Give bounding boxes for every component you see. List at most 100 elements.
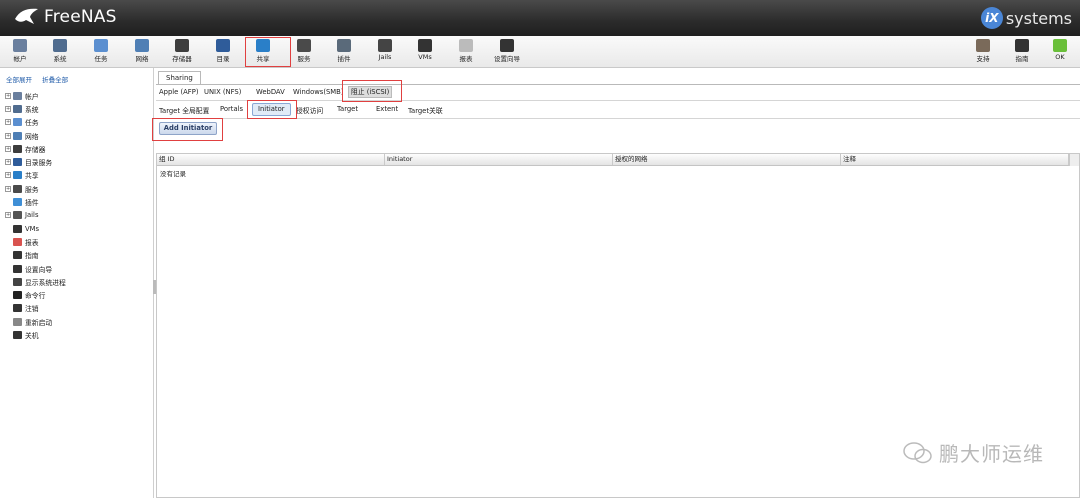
expand-toggle-icon[interactable]: + — [5, 212, 11, 219]
storage-icon — [175, 39, 189, 52]
tree-item-label: 帐户 — [25, 92, 39, 101]
tree-item[interactable]: + 共享 — [5, 169, 66, 182]
expand-toggle-icon[interactable]: + — [5, 159, 11, 166]
grid-column-header[interactable]: 组 ID — [157, 154, 385, 165]
tree-item[interactable]: 设置向导 — [5, 262, 66, 275]
toolbar-services-button[interactable]: 服务 — [287, 38, 321, 66]
guide-icon — [13, 251, 22, 260]
support-icon — [976, 39, 990, 52]
tree-item-label: 共享 — [25, 172, 39, 181]
tree-item[interactable]: + 帐户 — [5, 89, 66, 102]
expand-toggle-icon[interactable]: + — [5, 145, 11, 152]
iscsi-sub-tab[interactable]: Portals — [220, 105, 243, 113]
toolbar-jails-button[interactable]: Jails — [368, 38, 402, 66]
highlight-box-sharing — [245, 37, 291, 67]
freenas-app: FreeNAS iX systems 帐户 系统 任务 网络 存储器 目录 共享 服务 插件 Ja… — [0, 0, 1080, 498]
tree-item[interactable]: 注销 — [5, 302, 66, 315]
main-toolbar: 帐户 系统 任务 网络 存储器 目录 共享 服务 插件 Jails VMs 报表 设置向导 支持 指南 OK — [0, 36, 1080, 68]
toolbar-services-label: 服务 — [297, 55, 311, 63]
expand-toggle-icon[interactable]: + — [5, 172, 11, 179]
toolbar-account-label: 帐户 — [13, 55, 27, 63]
toolbar-storage-label: 存储器 — [172, 55, 192, 63]
iscsi-sub-tab[interactable]: Target关联 — [408, 105, 443, 115]
iscsi-sub-tab[interactable]: Extent — [376, 105, 398, 113]
vendor-name: systems — [1005, 8, 1072, 28]
tree-item-label: 目录服务 — [25, 159, 53, 168]
toolbar-plugins-label: 插件 — [337, 55, 351, 63]
grid-scrollbar[interactable] — [1069, 154, 1079, 166]
toolbar-directory-label: 目录 — [216, 55, 230, 63]
iscsi-sub-tab[interactable]: Target — [337, 105, 358, 113]
iscsi-sub-tab[interactable]: 授权访问 — [296, 105, 323, 115]
navigation-tree-pane: 全部展开 折叠全部 + 帐户 + 系统 + 任务 + 网络 + 存储器 + 目录服务 + 共享 + 服务 插件 +… — [0, 68, 154, 498]
grid-column-header[interactable]: 授权的网络 — [613, 154, 841, 165]
sharing-tab[interactable]: UNIX (NFS) — [204, 88, 241, 96]
highlight-box-initiator-tab — [247, 100, 297, 119]
tree-item[interactable]: + 服务 — [5, 182, 66, 195]
expand-all-link[interactable]: 全部展开 — [6, 76, 32, 84]
expand-toggle-icon[interactable]: + — [5, 119, 11, 126]
tree-item[interactable]: 命令行 — [5, 288, 66, 301]
grid-column-header[interactable]: Initiator — [385, 154, 613, 165]
toolbar-guide-button[interactable]: 指南 — [1005, 38, 1039, 66]
toolbar-vms-button[interactable]: VMs — [408, 38, 442, 66]
toolbar-system-button[interactable]: 系统 — [43, 38, 77, 66]
tree-item[interactable]: 报表 — [5, 235, 66, 248]
tree-controls: 全部展开 折叠全部 — [6, 74, 76, 84]
tree-item[interactable]: + 网络 — [5, 129, 66, 142]
main-content: Sharing Apple (AFP) UNIX (NFS) WebDAV Windo… — [152, 68, 1080, 498]
tasks-icon — [94, 39, 108, 52]
tree-item-label: 设置向导 — [25, 265, 53, 274]
tree-item[interactable]: + 目录服务 — [5, 155, 66, 168]
expand-toggle-icon[interactable]: + — [5, 105, 11, 112]
toolbar-ok-label: OK — [1055, 53, 1065, 61]
highlight-box-add — [152, 118, 223, 141]
tree-item[interactable]: 插件 — [5, 195, 66, 208]
toolbar-plugins-button[interactable]: 插件 — [327, 38, 361, 66]
toolbar-support-label: 支持 — [976, 55, 990, 63]
tree-item[interactable]: + 系统 — [5, 102, 66, 115]
ix-badge: iX — [980, 7, 1003, 29]
tree-item[interactable]: + 任务 — [5, 116, 66, 129]
toolbar-storage-button[interactable]: 存储器 — [165, 38, 199, 66]
network-icon — [135, 39, 149, 52]
tree-item[interactable]: 指南 — [5, 249, 66, 262]
expand-toggle-icon[interactable]: + — [5, 185, 11, 192]
tab-sharing[interactable]: Sharing — [158, 71, 201, 85]
tree-item-label: 插件 — [25, 199, 39, 208]
freenas-logo: FreeNAS — [14, 6, 117, 28]
tree-item[interactable]: VMs — [5, 222, 66, 235]
toolbar-support-button[interactable]: 支持 — [966, 38, 1000, 66]
expand-toggle-icon[interactable]: + — [5, 132, 11, 139]
toolbar-system-label: 系统 — [53, 55, 67, 63]
services-icon — [297, 39, 311, 52]
toolbar-account-button[interactable]: 帐户 — [3, 38, 37, 66]
toolbar-network-button[interactable]: 网络 — [125, 38, 159, 66]
toolbar-ok-button[interactable]: OK — [1043, 38, 1077, 66]
collapse-all-link[interactable]: 折叠全部 — [42, 76, 68, 84]
tree-item[interactable]: 显示系统进程 — [5, 275, 66, 288]
sharing-tab[interactable]: WebDAV — [256, 88, 285, 96]
header-bar: FreeNAS iX systems — [0, 0, 1080, 36]
grid-column-header[interactable]: 注释 — [841, 154, 1069, 165]
reports-icon — [459, 39, 473, 52]
toolbar-directory-button[interactable]: 目录 — [206, 38, 240, 66]
sharing-type-tabs: Apple (AFP) UNIX (NFS) WebDAV Windows(SMB) 阻… — [156, 80, 1080, 102]
tree-item[interactable]: 关机 — [5, 328, 66, 341]
expand-toggle-icon[interactable]: + — [5, 92, 11, 99]
toolbar-reports-button[interactable]: 报表 — [449, 38, 483, 66]
tree-item-label: 注销 — [25, 305, 39, 314]
toolbar-wizard-button[interactable]: 设置向导 — [490, 38, 524, 66]
tree-item[interactable]: 重新启动 — [5, 315, 66, 328]
app-name: FreeNAS — [44, 7, 117, 27]
tree-item[interactable]: + Jails — [5, 209, 66, 222]
wechat-icon — [903, 441, 932, 463]
sharing-tab[interactable]: Apple (AFP) — [159, 88, 198, 96]
toolbar-tasks-button[interactable]: 任务 — [84, 38, 118, 66]
iscsi-sub-tab[interactable]: Target 全局配置 — [159, 105, 209, 115]
sharing-tab[interactable]: Windows(SMB) — [293, 88, 344, 96]
vms-icon — [418, 39, 432, 52]
highlight-box-iscsi-tab — [342, 80, 402, 102]
tree-item-label: 服务 — [25, 185, 39, 194]
tree-item[interactable]: + 存储器 — [5, 142, 66, 155]
